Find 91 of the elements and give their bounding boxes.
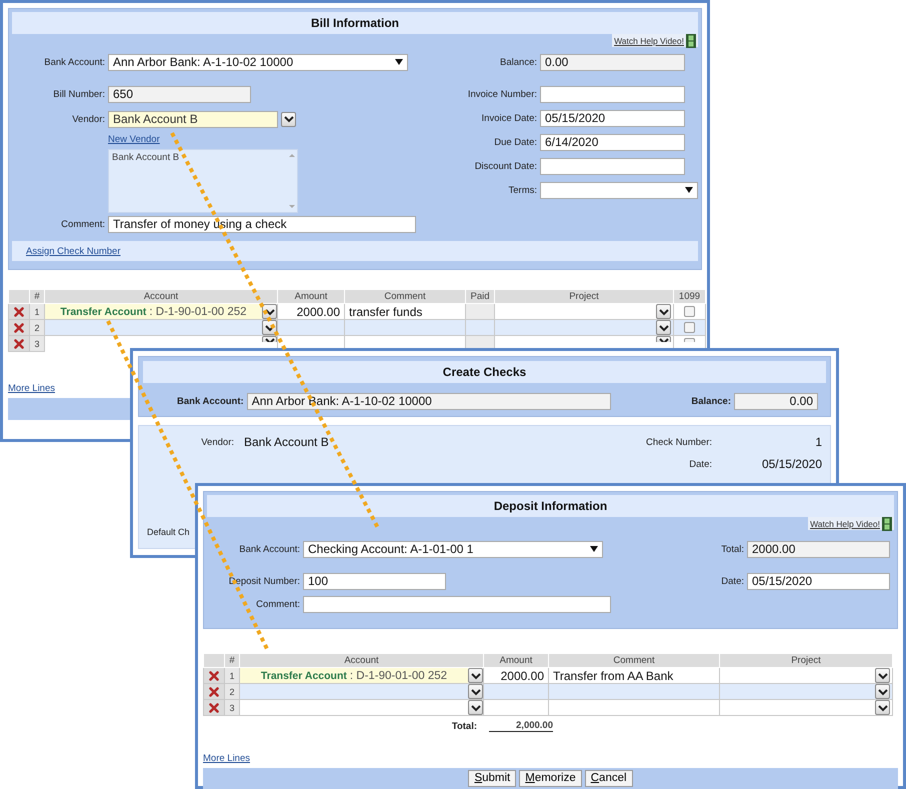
text-field[interactable]: Transfer of money using a check [108,216,416,232]
dropdown-button[interactable] [875,700,890,715]
column-header: Account [240,654,484,668]
delete-icon[interactable] [209,686,219,696]
checkbox[interactable] [684,338,695,342]
combo-field[interactable]: Bank Account B [108,110,278,128]
field-label: Terms: [508,184,537,196]
new-vendor-link[interactable]: New Vendor [108,134,160,145]
text-field[interactable]: 05/15/2020 [747,572,890,590]
column-header: Comment [344,290,466,304]
text-field[interactable]: 100 [303,572,446,590]
delete-icon[interactable] [14,306,24,316]
text-field[interactable]: 05/15/2020 [540,110,685,126]
field-label: Due Date: [493,136,537,148]
chevron-down-icon [284,115,294,123]
field-label: Vendor: [200,436,234,448]
delete-icon[interactable] [209,670,219,680]
film-icon [686,34,696,48]
check-number-value: 1 [814,435,822,449]
date-value: 05/15/2020 [760,457,822,471]
field-label: Check Number: [646,436,712,448]
amount-cell[interactable] [278,320,344,336]
field-label: Invoice Number: [466,88,537,100]
field-label: Date: [689,458,712,470]
field-label: Balance: [499,56,537,68]
delete-icon[interactable] [209,702,219,712]
caret-icon [685,187,693,193]
select-field[interactable]: Checking Account: A-1-01-00 1 [303,540,603,558]
field-label: Invoice Date: [480,112,537,124]
column-header: Amount [278,290,344,304]
delete-icon[interactable] [14,322,24,332]
comment-cell[interactable] [548,684,720,700]
dropdown-button[interactable] [875,668,890,683]
field-label: Vendor: [71,114,105,124]
total-value: 2,000.00 [489,720,553,732]
field-label: Bank Account: [43,56,105,68]
column-header: # [30,290,44,304]
more-lines-link[interactable]: More Lines [203,753,250,764]
dropdown-button[interactable] [875,684,890,699]
select-field[interactable]: Ann Arbor Bank: A-1-10-02 10000 [108,54,408,70]
dropdown-button[interactable] [656,320,671,335]
text-field[interactable] [540,158,685,174]
comment-cell[interactable] [344,320,466,336]
dropdown-button[interactable] [281,112,296,126]
form-button[interactable]: Submit [468,770,516,787]
vendor-list[interactable]: Bank Account B [108,149,298,213]
amount-cell[interactable] [484,700,548,716]
window-title: Deposit Information [207,495,894,517]
field-label: Discount Date: [474,160,537,172]
caret-icon [395,59,403,65]
column-header: Project [720,654,892,668]
comment-cell[interactable] [548,700,720,716]
total-label: Total: [450,720,477,732]
text-field[interactable]: 6/14/2020 [540,134,685,150]
field-label: Total: [720,544,744,554]
form-button[interactable]: Cancel [584,770,633,787]
film-icon [882,516,892,530]
dropdown-button[interactable] [262,336,277,342]
column-header: # [224,654,240,668]
assign-check-number-link[interactable]: Assign Check Number [26,246,121,256]
amount-cell[interactable] [484,684,548,700]
window-title: Create Checks [143,361,826,383]
column-header: Project [494,290,674,304]
dropdown-button[interactable] [656,304,671,319]
column-header: Amount [484,654,548,668]
field-label: Comment: [255,598,300,610]
field-label: Comment: [60,218,105,230]
field-label: Date: [720,576,744,586]
window-title: Bill Information [12,12,698,34]
more-lines-link[interactable]: More Lines [8,383,55,394]
field-label: Bill Number: [52,88,105,100]
select-field[interactable] [540,182,698,198]
form-button[interactable]: Memorize [519,770,582,787]
checkbox[interactable] [684,306,695,317]
column-header: Account [44,290,278,304]
field-label: Balance: [691,396,731,407]
list-item[interactable]: Bank Account B [112,152,284,163]
column-header: 1099 [674,290,706,304]
field-label: Bank Account: [177,396,244,407]
delete-icon[interactable] [14,338,24,348]
field-label: Default Ch [147,527,190,537]
text-field[interactable] [540,86,685,102]
dropdown-button[interactable] [656,336,671,342]
text-field[interactable] [303,596,611,612]
field-label: Bank Account: [238,544,300,554]
checkbox[interactable] [684,322,695,333]
vendor-value: Bank Account B [244,435,329,449]
column-header: Comment [548,654,720,668]
column-header: Paid [466,290,494,304]
caret-icon [590,546,598,552]
text-field[interactable]: 650 [108,86,251,102]
